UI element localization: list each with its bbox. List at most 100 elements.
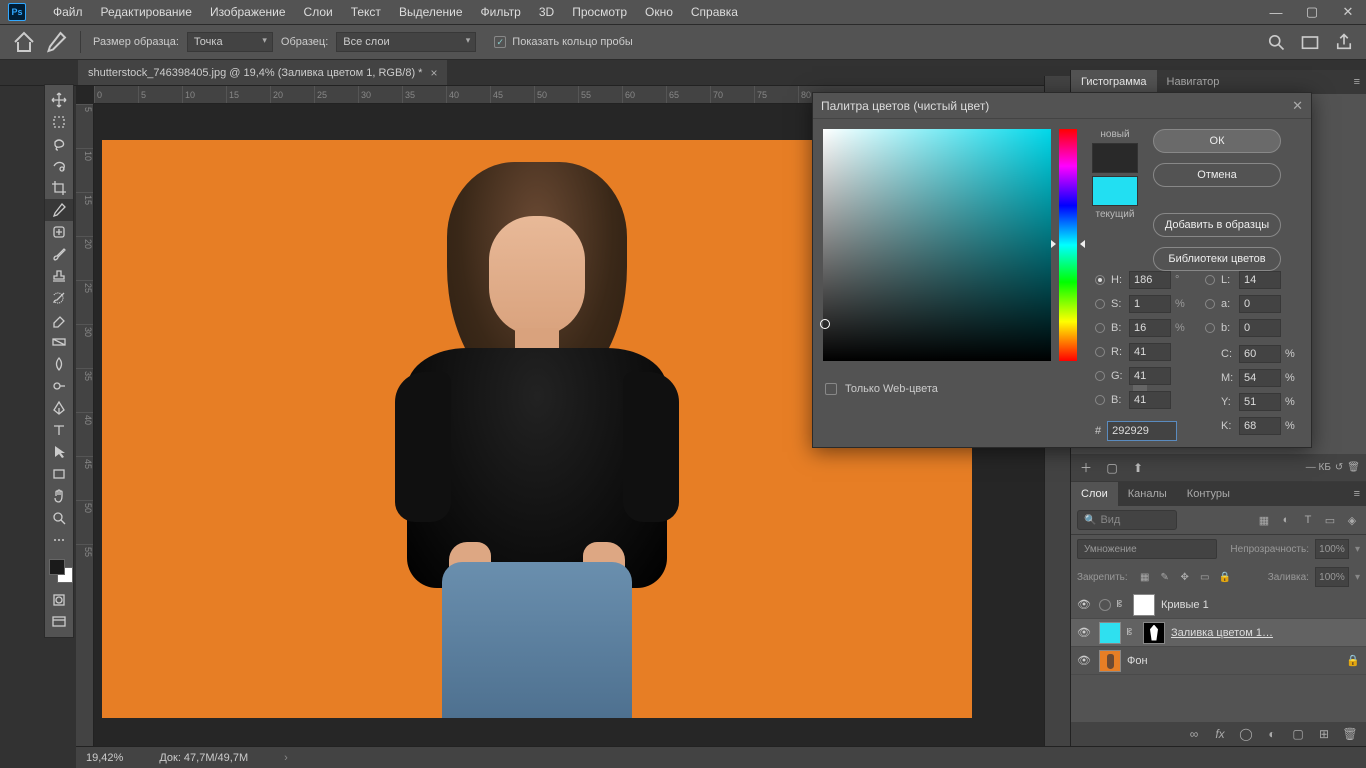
tab-channels[interactable]: Каналы [1118,482,1177,506]
window-maximize-icon[interactable]: ▢ [1294,0,1330,24]
screen-mode-icon[interactable] [45,611,73,633]
new-layer-icon[interactable]: ＋ [1077,459,1095,477]
hue-slider[interactable] [1059,129,1077,361]
mask-thumb[interactable] [1133,594,1155,616]
filter-smart-icon[interactable]: ◈ [1344,512,1360,528]
visibility-icon[interactable]: 👁 [1077,598,1093,611]
foreground-background-swatches[interactable] [45,555,73,589]
menu-select[interactable]: Выделение [390,0,472,24]
document-info[interactable]: Док: 47,7М/49,7М [159,752,248,764]
fill-field[interactable]: 100% [1315,567,1349,587]
crop-tool-icon[interactable] [45,177,73,199]
m-field[interactable] [1239,369,1281,387]
color-libraries-button[interactable]: Библиотеки цветов [1153,247,1281,271]
dialog-title-bar[interactable]: Палитра цветов (чистый цвет) ✕ [813,93,1311,119]
show-ring-checkbox[interactable]: ✓ [494,36,506,48]
radio-bv[interactable] [1095,323,1105,333]
menu-filter[interactable]: Фильтр [472,0,530,24]
layer-name[interactable]: Заливка цветом 1… [1171,627,1273,639]
path-select-tool-icon[interactable] [45,441,73,463]
link-layers-icon[interactable]: ∞ [1186,726,1202,742]
radio-lab-b[interactable] [1205,323,1215,333]
quick-mask-icon[interactable] [45,589,73,611]
ok-button[interactable]: ОК [1153,129,1281,153]
trash-icon[interactable]: 🗑 [1342,726,1358,742]
menu-image[interactable]: Изображение [201,0,295,24]
opacity-field[interactable]: 100% [1315,539,1349,559]
close-document-icon[interactable]: × [430,66,437,80]
eraser-tool-icon[interactable] [45,309,73,331]
search-icon[interactable] [1266,32,1286,52]
menu-3d[interactable]: 3D [530,0,563,24]
filter-type-icon[interactable]: T [1300,512,1316,528]
layer-thumb[interactable] [1099,622,1121,644]
home-icon[interactable] [12,30,36,54]
c-field[interactable] [1239,345,1281,363]
dodge-tool-icon[interactable] [45,375,73,397]
upload-icon[interactable]: ⬆ [1129,459,1147,477]
layer-item[interactable]: 👁 𝄡 Заливка цветом 1… [1071,619,1366,647]
link-icon[interactable]: 𝄡 [1117,599,1127,610]
y-field[interactable] [1239,393,1281,411]
tab-paths[interactable]: Контуры [1177,482,1240,506]
lab-b-field[interactable] [1239,319,1281,337]
quick-select-tool-icon[interactable] [45,155,73,177]
menu-view[interactable]: Просмотр [563,0,636,24]
history-brush-tool-icon[interactable] [45,287,73,309]
new-color-swatch[interactable] [1092,143,1138,173]
close-icon[interactable]: ✕ [1292,98,1303,114]
lasso-tool-icon[interactable] [45,133,73,155]
web-only-checkbox[interactable] [825,383,837,395]
delete-icon[interactable]: 🗑 [1347,462,1360,473]
layer-item[interactable]: 👁 𝄡 Кривые 1 [1071,591,1366,619]
tab-histogram[interactable]: Гистограмма [1071,70,1157,94]
l-field[interactable] [1239,271,1281,289]
gradient-tool-icon[interactable] [45,331,73,353]
layers-search-input[interactable]: 🔍 Вид [1077,510,1177,530]
tab-layers[interactable]: Слои [1071,482,1118,506]
filter-adjustment-icon[interactable]: ◐ [1278,512,1294,528]
filter-pixel-icon[interactable]: ▦ [1256,512,1272,528]
k-field[interactable] [1239,417,1281,435]
visibility-icon[interactable]: 👁 [1077,626,1093,639]
layer-name[interactable]: Кривые 1 [1161,599,1209,611]
tab-navigator[interactable]: Навигатор [1157,70,1230,94]
lock-transparency-icon[interactable]: ▦ [1138,570,1152,584]
radio-l[interactable] [1205,275,1215,285]
hand-tool-icon[interactable] [45,485,73,507]
mask-icon[interactable]: ◯ [1238,726,1254,742]
mask-thumb[interactable] [1143,622,1165,644]
current-color-swatch[interactable] [1092,176,1138,206]
lock-artboard-icon[interactable]: ▭ [1198,570,1212,584]
fx-icon[interactable]: fx [1212,726,1228,742]
radio-g[interactable] [1095,371,1105,381]
lock-pixels-icon[interactable]: ✎ [1158,570,1172,584]
menu-window[interactable]: Окно [636,0,682,24]
share-icon[interactable] [1334,32,1354,52]
radio-h[interactable] [1095,275,1105,285]
eyedropper-tool-icon[interactable] [44,30,68,54]
radio-b[interactable] [1095,395,1105,405]
sample-source-dropdown[interactable]: Все слои [336,32,476,52]
window-minimize-icon[interactable]: — [1258,0,1294,24]
saturation-value-field[interactable] [823,129,1051,361]
sample-size-dropdown[interactable]: Точка [187,32,273,52]
group-icon[interactable]: ▢ [1290,726,1306,742]
menu-file[interactable]: Файл [44,0,92,24]
menu-text[interactable]: Текст [342,0,390,24]
layer-item[interactable]: 👁 Фон 🔒 [1071,647,1366,675]
edit-toolbar-icon[interactable] [45,529,73,551]
filter-shape-icon[interactable]: ▭ [1322,512,1338,528]
frame-icon[interactable] [1300,32,1320,52]
spot-heal-tool-icon[interactable] [45,221,73,243]
adjustment-icon[interactable]: ◐ [1264,726,1280,742]
blur-tool-icon[interactable] [45,353,73,375]
stamp-tool-icon[interactable] [45,265,73,287]
marquee-tool-icon[interactable] [45,111,73,133]
g-field[interactable] [1129,367,1171,385]
chevron-down-icon[interactable]: ▾ [1355,572,1360,583]
document-tab[interactable]: shutterstock_746398405.jpg @ 19,4% (Зали… [78,60,447,85]
move-tool-icon[interactable] [45,89,73,111]
cancel-button[interactable]: Отмена [1153,163,1281,187]
ruler-vertical[interactable]: 510152025303540455055 [76,104,94,746]
